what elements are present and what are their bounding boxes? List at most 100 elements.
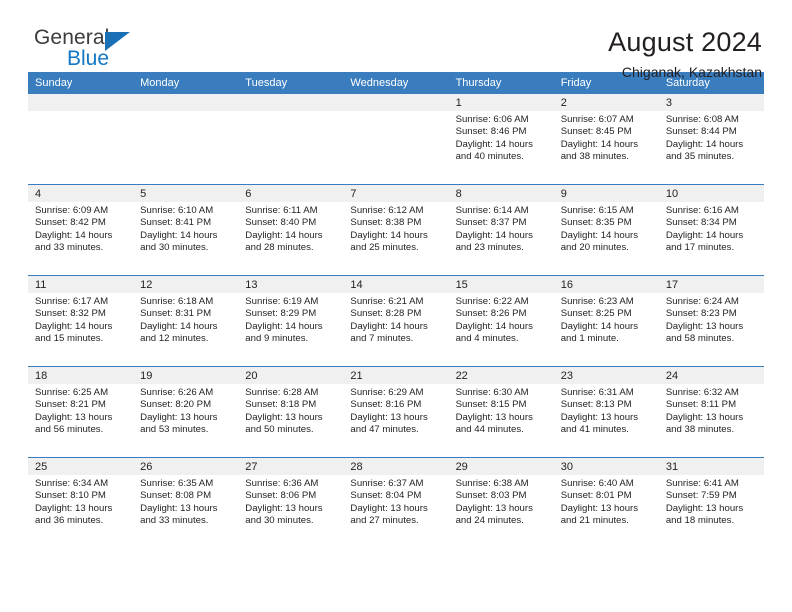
calendar-day-cell[interactable]: 21 Sunrise: 6:29 AM Sunset: 8:16 PM Dayligh… (343, 366, 449, 458)
daylight-duration-line1: Daylight: 13 hours (560, 411, 639, 423)
calendar-day-cell[interactable]: 11 Sunrise: 6:17 AM Sunset: 8:32 PM Dayligh… (28, 275, 134, 367)
sunrise-time: Sunrise: 6:28 AM (245, 387, 319, 398)
calendar-day-cell[interactable]: 13 Sunrise: 6:19 AM Sunset: 8:29 PM Dayligh… (238, 275, 344, 367)
calendar-day-cell[interactable]: 23 Sunrise: 6:31 AM Sunset: 8:13 PM Dayligh… (553, 366, 659, 458)
calendar-day-cell[interactable]: 31 Sunrise: 6:41 AM Sunset: 7:59 PM Dayligh… (658, 457, 764, 548)
sunrise-time: Sunrise: 6:36 AM (245, 478, 319, 489)
calendar-day-cell[interactable]: 28 Sunrise: 6:37 AM Sunset: 8:04 PM Dayligh… (343, 457, 449, 548)
calendar-day-cell[interactable]: 20 Sunrise: 6:28 AM Sunset: 8:18 PM Dayligh… (238, 366, 344, 458)
calendar-day-cell[interactable]: 15 Sunrise: 6:22 AM Sunset: 8:26 PM Dayligh… (448, 275, 554, 367)
sunset-time: Sunset: 8:10 PM (35, 490, 106, 502)
sunset-time: Sunset: 8:29 PM (245, 308, 317, 320)
day-number: 8 (448, 185, 554, 202)
calendar-day-cell[interactable]: 18 Sunrise: 6:25 AM Sunset: 8:21 PM Dayligh… (28, 366, 134, 458)
day-sun-info: Sunrise: 6:34 AM Sunset: 8:10 PM Daylight:… (28, 475, 133, 528)
calendar-day-cell[interactable]: 25 Sunrise: 6:34 AM Sunset: 8:10 PM Dayligh… (28, 457, 134, 548)
day-number (133, 94, 239, 111)
calendar-day-cell[interactable]: 16 Sunrise: 6:23 AM Sunset: 8:25 PM Dayligh… (553, 275, 659, 367)
daylight-duration-line2: and 9 minutes. (245, 333, 309, 345)
calendar-day-cell[interactable]: 30 Sunrise: 6:40 AM Sunset: 8:01 PM Dayligh… (553, 457, 659, 548)
sunset-time: Sunset: 7:59 PM (665, 490, 737, 502)
day-number: 15 (448, 276, 554, 293)
daylight-duration-line1: Daylight: 14 hours (350, 320, 428, 332)
sunset-time: Sunset: 8:37 PM (455, 217, 527, 229)
calendar-day-cell-empty (238, 94, 344, 185)
day-sun-info: Sunrise: 6:30 AM Sunset: 8:15 PM Daylight:… (449, 384, 554, 437)
day-number: 17 (658, 276, 764, 293)
sunset-time: Sunset: 8:41 PM (140, 217, 212, 229)
day-number: 1 (448, 94, 554, 111)
daylight-duration-line1: Daylight: 14 hours (245, 320, 323, 332)
sunset-time: Sunset: 8:13 PM (560, 399, 632, 411)
day-cell-inner (343, 94, 449, 184)
calendar-day-cell[interactable]: 3 Sunrise: 6:08 AM Sunset: 8:44 PM Daylight… (658, 94, 764, 185)
day-sun-info: Sunrise: 6:41 AM Sunset: 7:59 PM Daylight:… (659, 475, 764, 528)
calendar-day-cell-empty (28, 94, 134, 185)
daylight-duration-line2: and 21 minutes. (560, 515, 629, 527)
daylight-duration-line2: and 44 minutes. (455, 424, 524, 436)
daylight-duration-line1: Daylight: 13 hours (665, 411, 744, 423)
day-number: 9 (553, 185, 659, 202)
day-sun-info: Sunrise: 6:22 AM Sunset: 8:26 PM Daylight:… (449, 293, 554, 346)
day-sun-info: Sunrise: 6:16 AM Sunset: 8:34 PM Daylight:… (659, 202, 764, 255)
calendar-day-cell[interactable]: 29 Sunrise: 6:38 AM Sunset: 8:03 PM Dayligh… (448, 457, 554, 548)
sunset-time: Sunset: 8:44 PM (665, 126, 737, 138)
day-number: 7 (343, 185, 449, 202)
calendar-day-cell[interactable]: 10 Sunrise: 6:16 AM Sunset: 8:34 PM Dayligh… (658, 184, 764, 276)
day-number: 19 (133, 367, 239, 384)
day-cell-inner: 4 Sunrise: 6:09 AM Sunset: 8:42 PM Daylight… (28, 185, 134, 275)
calendar-day-cell[interactable]: 14 Sunrise: 6:21 AM Sunset: 8:28 PM Dayligh… (343, 275, 449, 367)
calendar-day-cell[interactable]: 17 Sunrise: 6:24 AM Sunset: 8:23 PM Dayligh… (658, 275, 764, 367)
day-number: 21 (343, 367, 449, 384)
daylight-duration-line1: Daylight: 13 hours (455, 502, 533, 514)
calendar-day-cell[interactable]: 9 Sunrise: 6:15 AM Sunset: 8:35 PM Daylight… (553, 184, 659, 276)
day-sun-info: Sunrise: 6:36 AM Sunset: 8:06 PM Daylight:… (238, 475, 343, 528)
calendar-day-cell[interactable]: 6 Sunrise: 6:11 AM Sunset: 8:40 PM Daylight… (238, 184, 344, 276)
calendar-day-cell[interactable]: 19 Sunrise: 6:26 AM Sunset: 8:20 PM Dayligh… (133, 366, 239, 458)
sunrise-time: Sunrise: 6:15 AM (560, 205, 634, 216)
sunrise-time: Sunrise: 6:08 AM (665, 114, 739, 125)
daylight-duration-line1: Daylight: 14 hours (140, 229, 218, 241)
weekday-header-tuesday: Tuesday (238, 72, 344, 94)
calendar-day-cell[interactable]: 8 Sunrise: 6:14 AM Sunset: 8:37 PM Daylight… (448, 184, 554, 276)
calendar-day-cell[interactable]: 5 Sunrise: 6:10 AM Sunset: 8:41 PM Daylight… (133, 184, 239, 276)
calendar-day-cell[interactable]: 27 Sunrise: 6:36 AM Sunset: 8:06 PM Dayligh… (238, 457, 344, 548)
daylight-duration-line1: Daylight: 13 hours (245, 411, 323, 423)
daylight-duration-line2: and 53 minutes. (140, 424, 209, 436)
sunrise-time: Sunrise: 6:17 AM (35, 296, 109, 307)
day-sun-info: Sunrise: 6:23 AM Sunset: 8:25 PM Daylight:… (554, 293, 659, 346)
daylight-duration-line1: Daylight: 13 hours (35, 502, 113, 514)
sunset-time: Sunset: 8:18 PM (245, 399, 317, 411)
calendar-day-cell[interactable]: 26 Sunrise: 6:35 AM Sunset: 8:08 PM Dayligh… (133, 457, 239, 548)
calendar-day-cell[interactable]: 7 Sunrise: 6:12 AM Sunset: 8:38 PM Daylight… (343, 184, 449, 276)
page-header: General Blue August 2024 Chiganak, Kazak… (28, 0, 764, 81)
calendar-day-cell[interactable]: 12 Sunrise: 6:18 AM Sunset: 8:31 PM Dayligh… (133, 275, 239, 367)
daylight-duration-line2: and 35 minutes. (665, 151, 735, 163)
day-cell-inner: 17 Sunrise: 6:24 AM Sunset: 8:23 PM Dayligh… (658, 276, 764, 366)
generalblue-logo[interactable]: General Blue (28, 27, 158, 83)
calendar-week-row: 25 Sunrise: 6:34 AM Sunset: 8:10 PM Dayligh… (28, 457, 764, 548)
day-number: 3 (658, 94, 764, 111)
day-cell-inner: 28 Sunrise: 6:37 AM Sunset: 8:04 PM Dayligh… (343, 458, 449, 548)
day-number: 10 (658, 185, 764, 202)
day-cell-inner: 13 Sunrise: 6:19 AM Sunset: 8:29 PM Dayligh… (238, 276, 344, 366)
calendar-day-cell[interactable]: 4 Sunrise: 6:09 AM Sunset: 8:42 PM Daylight… (28, 184, 134, 276)
daylight-duration-line2: and 47 minutes. (350, 424, 419, 436)
sunset-time: Sunset: 8:25 PM (560, 308, 632, 320)
sunset-time: Sunset: 8:35 PM (560, 217, 632, 229)
calendar-day-cell[interactable]: 1 Sunrise: 6:06 AM Sunset: 8:46 PM Daylight… (448, 94, 554, 185)
calendar-day-cell[interactable]: 22 Sunrise: 6:30 AM Sunset: 8:15 PM Dayligh… (448, 366, 554, 458)
day-sun-info: Sunrise: 6:09 AM Sunset: 8:42 PM Daylight:… (28, 202, 133, 255)
calendar-day-cell[interactable]: 2 Sunrise: 6:07 AM Sunset: 8:45 PM Daylight… (553, 94, 659, 185)
day-sun-info: Sunrise: 6:25 AM Sunset: 8:21 PM Daylight:… (28, 384, 133, 437)
day-sun-info: Sunrise: 6:12 AM Sunset: 8:38 PM Daylight:… (343, 202, 448, 255)
day-cell-inner: 27 Sunrise: 6:36 AM Sunset: 8:06 PM Dayligh… (238, 458, 344, 548)
sunset-time: Sunset: 8:15 PM (455, 399, 527, 411)
sunrise-time: Sunrise: 6:31 AM (560, 387, 634, 398)
daylight-duration-line2: and 33 minutes. (140, 515, 209, 527)
sunset-time: Sunset: 8:03 PM (455, 490, 527, 502)
day-cell-inner: 16 Sunrise: 6:23 AM Sunset: 8:25 PM Dayligh… (553, 276, 659, 366)
day-number: 29 (448, 458, 554, 475)
sunrise-time: Sunrise: 6:21 AM (350, 296, 424, 307)
calendar-day-cell[interactable]: 24 Sunrise: 6:32 AM Sunset: 8:11 PM Dayligh… (658, 366, 764, 458)
